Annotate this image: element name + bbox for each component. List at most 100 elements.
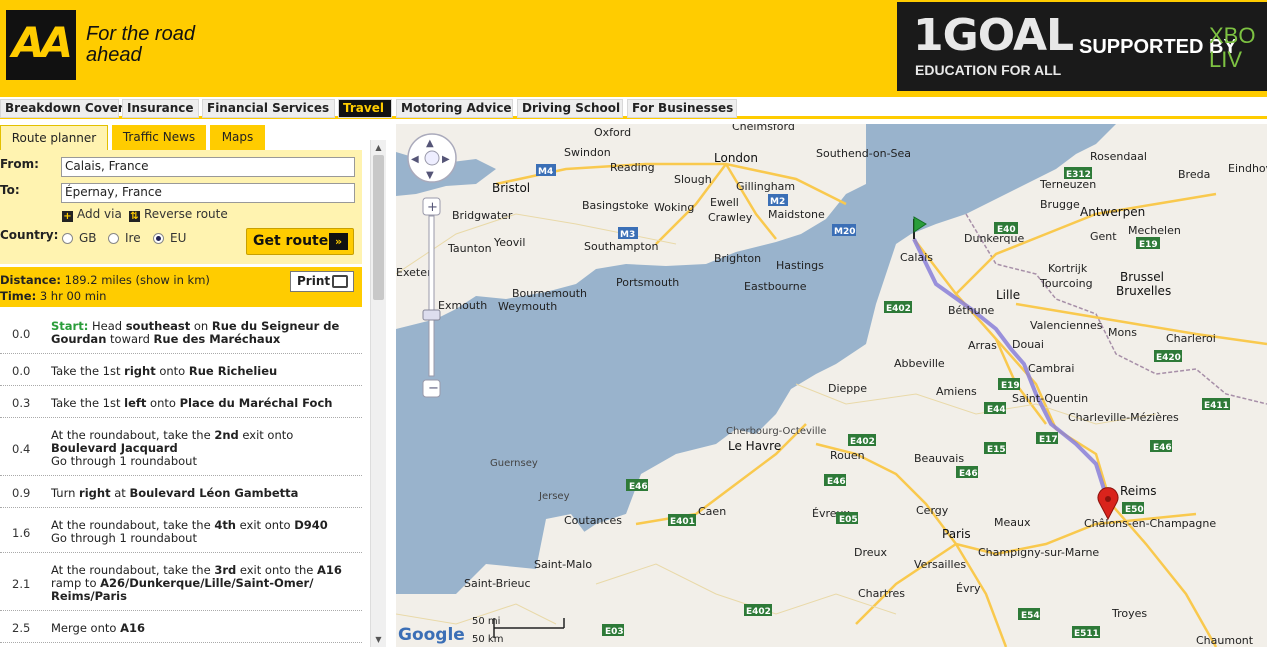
- svg-text:Chaumont: Chaumont: [1196, 634, 1254, 647]
- step-text: Take the 1st right onto Rue Richelieu: [51, 364, 278, 378]
- svg-text:Dieppe: Dieppe: [828, 382, 867, 395]
- banner-title: 1GOAL: [913, 10, 1074, 61]
- nav-driving-school[interactable]: Driving School: [517, 99, 623, 118]
- aa-logo[interactable]: AA: [6, 10, 76, 80]
- svg-text:Valenciennes: Valenciennes: [1030, 319, 1103, 332]
- direction-step[interactable]: 0.4 At the roundabout, take the 2nd exit …: [0, 418, 362, 476]
- svg-text:Southend-on-Sea: Southend-on-Sea: [816, 147, 911, 160]
- print-button[interactable]: Print: [290, 271, 354, 292]
- tab-traffic-news[interactable]: Traffic News: [112, 125, 206, 151]
- svg-text:Basingstoke: Basingstoke: [582, 199, 649, 212]
- svg-text:Paris: Paris: [942, 527, 971, 541]
- google-logo[interactable]: Google: [398, 625, 465, 645]
- nav-for-businesses[interactable]: For Businesses: [627, 99, 737, 118]
- to-input[interactable]: Épernay, France: [61, 183, 355, 203]
- nav-insurance[interactable]: Insurance: [122, 99, 199, 118]
- svg-text:E40: E40: [997, 225, 1016, 235]
- direction-step[interactable]: 1.6 At the roundabout, take the 4th exit …: [0, 508, 362, 553]
- map-label: Guernsey: [490, 458, 538, 469]
- svg-text:Taunton: Taunton: [447, 242, 492, 255]
- direction-step[interactable]: 2.5 Merge onto A16: [0, 611, 362, 643]
- svg-text:Bournemouth: Bournemouth: [512, 287, 587, 300]
- map-canvas[interactable]: Cherbourg-Octeville Guernsey Jersey Oxfo…: [396, 124, 1267, 647]
- svg-text:Charleville-Mézières: Charleville-Mézières: [1068, 411, 1179, 424]
- step-text: Turn right at Boulevard Léon Gambetta: [51, 486, 299, 500]
- banner-subtitle: EDUCATION FOR ALL: [915, 62, 1062, 78]
- radio-gb[interactable]: [62, 233, 73, 244]
- pan-control[interactable]: ▲ ▼ ◀ ▶: [407, 133, 457, 183]
- step-text: Merge onto A16: [51, 621, 145, 635]
- svg-text:Cergy: Cergy: [916, 504, 949, 517]
- radio-ire[interactable]: [108, 233, 119, 244]
- svg-text:Coutances: Coutances: [564, 514, 622, 527]
- svg-text:Weymouth: Weymouth: [498, 300, 557, 313]
- svg-text:E19: E19: [1001, 381, 1020, 391]
- svg-text:◀: ◀: [411, 154, 419, 165]
- svg-text:Amiens: Amiens: [936, 385, 977, 398]
- country-label: Country:: [0, 228, 59, 242]
- svg-text:Bristol: Bristol: [492, 181, 530, 195]
- step-distance: 0.4: [12, 442, 31, 456]
- svg-text:Eastbourne: Eastbourne: [744, 280, 807, 293]
- svg-text:Le Havre: Le Havre: [728, 439, 781, 453]
- direction-step[interactable]: 0.0 Start: Head southeast on Rue du Seign…: [0, 309, 362, 354]
- svg-text:E54: E54: [1021, 611, 1040, 621]
- svg-text:Bruxelles: Bruxelles: [1116, 284, 1171, 298]
- distance-label: Distance:: [0, 273, 61, 287]
- svg-text:M4: M4: [538, 167, 553, 177]
- nav-breakdown-cover[interactable]: Breakdown Cover: [0, 99, 124, 118]
- svg-text:Yeovil: Yeovil: [493, 236, 525, 249]
- scroll-down-icon[interactable]: ▼: [371, 632, 386, 647]
- direction-step[interactable]: 0.3 Take the 1st left onto Place du Maréc…: [0, 386, 362, 418]
- to-label: To:: [0, 183, 20, 197]
- svg-text:Charleroi: Charleroi: [1166, 332, 1216, 345]
- svg-text:Saint-Quentin: Saint-Quentin: [1012, 392, 1088, 405]
- radio-ire-label: Ire: [125, 231, 141, 245]
- svg-text:Antwerpen: Antwerpen: [1080, 205, 1145, 219]
- svg-text:E46: E46: [1153, 443, 1172, 453]
- svg-text:Eindhove: Eindhove: [1228, 162, 1267, 175]
- reverse-route-link[interactable]: ⇅ Reverse route: [129, 207, 228, 222]
- svg-text:Woking: Woking: [654, 201, 694, 214]
- tab-maps[interactable]: Maps: [210, 125, 265, 151]
- nav-financial-services[interactable]: Financial Services: [202, 99, 335, 118]
- from-input[interactable]: Calais, France: [61, 157, 355, 177]
- get-route-button[interactable]: Get route»: [246, 228, 354, 255]
- svg-text:Chelmsford: Chelmsford: [732, 124, 795, 133]
- directions-scrollbar[interactable]: ▲ ▼: [370, 140, 386, 647]
- direction-step[interactable]: 2.1 At the roundabout, take the 3rd exit …: [0, 553, 362, 611]
- tab-route-planner[interactable]: Route planner: [0, 125, 108, 151]
- svg-text:Arras: Arras: [968, 339, 997, 352]
- scroll-up-icon[interactable]: ▲: [371, 140, 386, 155]
- radio-eu[interactable]: [153, 233, 164, 244]
- direction-step[interactable]: 0.9 Turn right at Boulevard Léon Gambetta: [0, 476, 362, 508]
- svg-text:Oxford: Oxford: [594, 126, 631, 139]
- svg-text:Exeter: Exeter: [396, 266, 432, 279]
- reverse-route-label: Reverse route: [144, 207, 228, 221]
- time-value: 3 hr 00 min: [39, 289, 107, 303]
- step-distance: 2.1: [12, 577, 31, 591]
- svg-text:Tourcoing: Tourcoing: [1039, 277, 1093, 290]
- nav-motoring-advice[interactable]: Motoring Advice: [396, 99, 513, 118]
- double-chevron-icon: »: [329, 233, 348, 250]
- svg-text:Caen: Caen: [698, 505, 726, 518]
- svg-text:Gillingham: Gillingham: [736, 180, 795, 193]
- sub-tabs: Route planner Traffic News Maps: [0, 122, 370, 151]
- svg-text:Dreux: Dreux: [854, 546, 887, 559]
- svg-text:Châlons-en-Champagne: Châlons-en-Champagne: [1084, 517, 1216, 530]
- svg-text:−: −: [428, 381, 439, 396]
- advert-banner[interactable]: 1GOAL EDUCATION FOR ALL SUPPORTED BY XBO…: [897, 2, 1267, 91]
- svg-text:Portsmouth: Portsmouth: [616, 276, 679, 289]
- step-distance: 1.6: [12, 526, 31, 540]
- nav-travel[interactable]: Travel: [338, 99, 392, 118]
- svg-text:E46: E46: [827, 477, 846, 487]
- route-map[interactable]: Cherbourg-Octeville Guernsey Jersey Oxfo…: [396, 124, 1267, 647]
- scroll-thumb[interactable]: [373, 155, 384, 300]
- svg-text:M20: M20: [834, 227, 855, 237]
- svg-text:+: +: [427, 200, 438, 215]
- svg-text:E05: E05: [839, 515, 858, 525]
- svg-text:Béthune: Béthune: [948, 304, 995, 317]
- direction-step[interactable]: 0.0 Take the 1st right onto Rue Richelieu: [0, 354, 362, 386]
- add-via-link[interactable]: + Add via: [62, 207, 122, 222]
- plus-icon: +: [62, 211, 73, 222]
